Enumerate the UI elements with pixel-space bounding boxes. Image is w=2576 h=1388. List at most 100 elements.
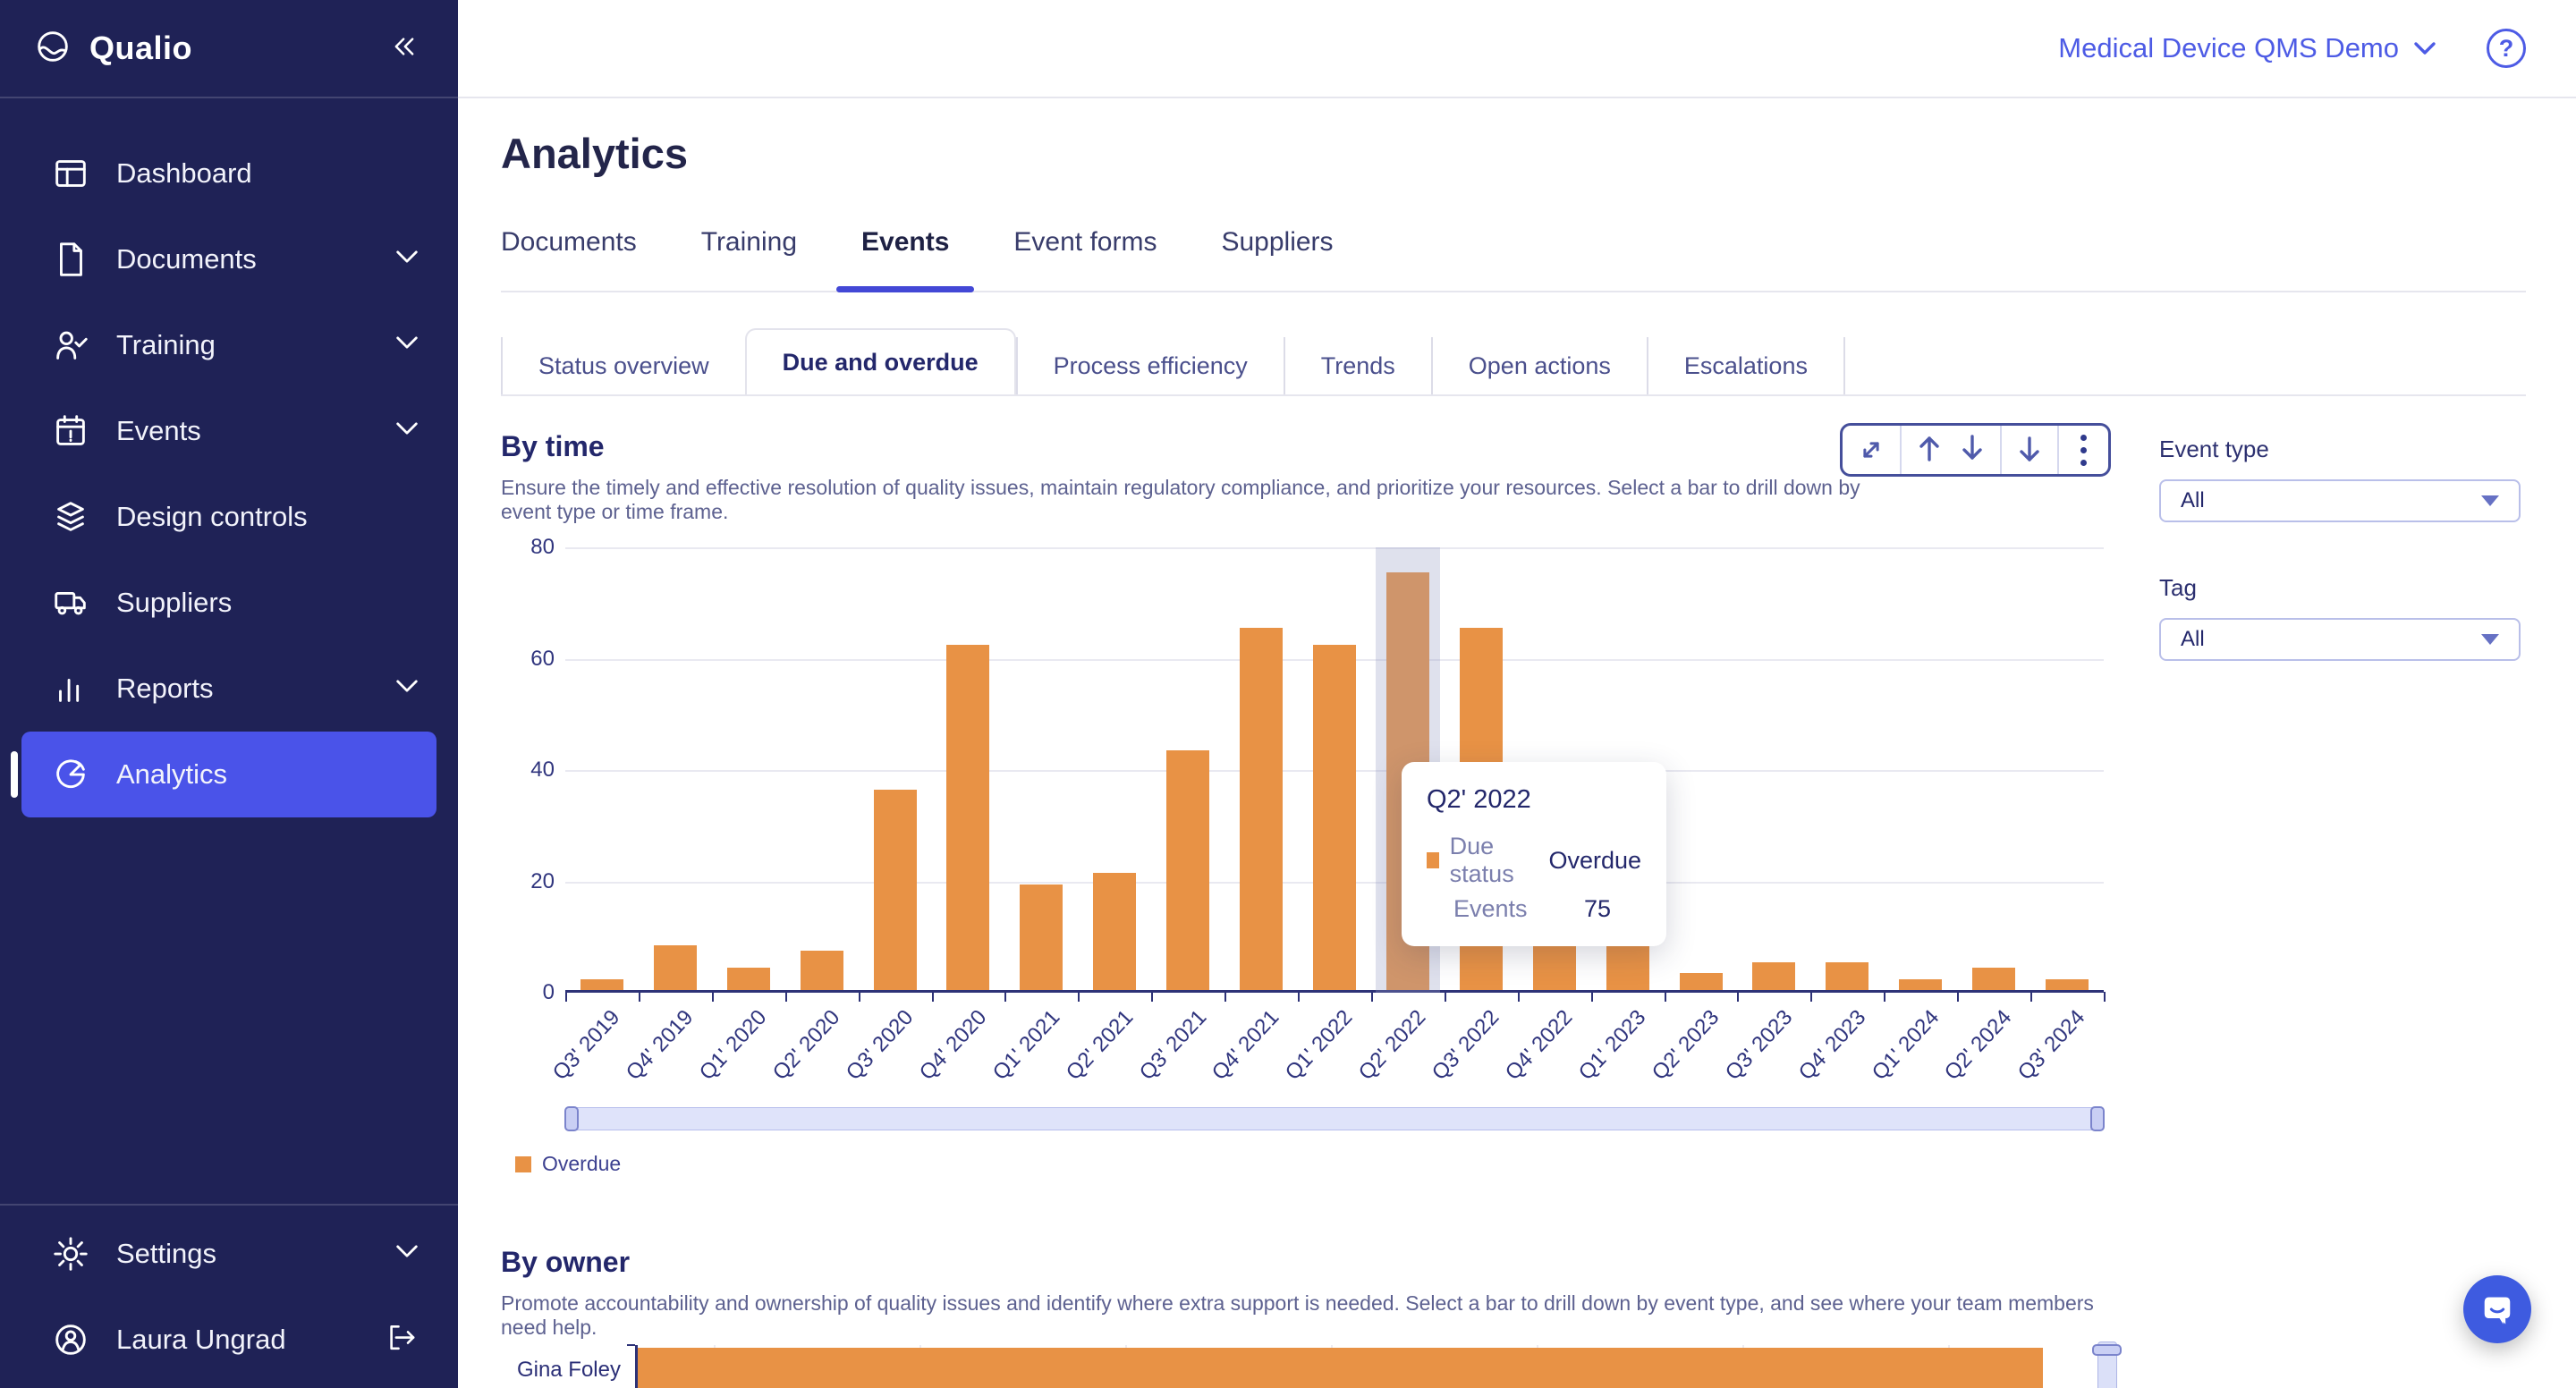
y-axis-labels: 020406080 xyxy=(501,547,565,993)
caret-down-icon xyxy=(2481,495,2499,506)
layers-icon xyxy=(50,496,91,537)
event-type-value: All xyxy=(2181,488,2205,513)
tooltip-label: Events xyxy=(1453,895,1584,923)
bytime-bar-q3-2020[interactable] xyxy=(874,790,917,990)
sidebar-item-suppliers[interactable]: Suppliers xyxy=(21,560,436,646)
x-tick-label: Q2' 2022 xyxy=(1354,1005,1431,1086)
qualio-logo-icon xyxy=(32,26,73,72)
arrow-down-icon[interactable] xyxy=(1959,433,1986,468)
x-tick-label: Q3' 2024 xyxy=(2013,1005,2090,1086)
byowner-bar-gina-foley[interactable] xyxy=(638,1348,2043,1388)
tab-events[interactable]: Events xyxy=(861,224,949,291)
x-tick-label: Q4' 2022 xyxy=(1501,1005,1578,1086)
sidebar-item-label: Design controls xyxy=(116,501,308,533)
bytime-bar-q4-2023[interactable] xyxy=(1826,962,1868,990)
bytime-bar-q4-2019[interactable] xyxy=(654,945,697,990)
chat-bubble-icon xyxy=(2479,1291,2515,1327)
sidebar-item-analytics[interactable]: Analytics xyxy=(21,732,436,817)
y-tick-label: 40 xyxy=(530,757,555,783)
subtab-trends[interactable]: Trends xyxy=(1284,337,1431,394)
bytime-bar-q4-2020[interactable] xyxy=(946,645,989,990)
range-handle-right[interactable] xyxy=(2090,1106,2105,1131)
bytime-bar-q3-2024[interactable] xyxy=(2046,979,2089,990)
sidebar-item-design-controls[interactable]: Design controls xyxy=(21,474,436,560)
subtab-process-efficiency[interactable]: Process efficiency xyxy=(1016,337,1284,394)
topbar: Medical Device QMS Demo ? xyxy=(458,0,2576,98)
chat-launcher-button[interactable] xyxy=(2463,1275,2531,1343)
tooltip-row: Due status Overdue xyxy=(1427,833,1641,888)
sidebar-item-settings[interactable]: Settings xyxy=(21,1211,436,1297)
by-owner-chart: Gina FoleyKyle HowesSamantha K xyxy=(501,1345,2117,1388)
bytime-bar-q2-2021[interactable] xyxy=(1093,873,1136,990)
account-switcher[interactable]: Medical Device QMS Demo xyxy=(2058,32,2436,64)
tab-training[interactable]: Training xyxy=(701,224,797,291)
logout-icon[interactable] xyxy=(383,1319,420,1361)
sidebar-item-user[interactable]: Laura Ungrad xyxy=(21,1297,436,1383)
chart-filters: Event type All Tag All xyxy=(2159,430,2526,1388)
bytime-bar-q2-2023[interactable] xyxy=(1680,973,1723,990)
tab-documents[interactable]: Documents xyxy=(501,224,637,291)
tab-event-forms[interactable]: Event forms xyxy=(1013,224,1157,291)
subtab-open-actions[interactable]: Open actions xyxy=(1431,337,1647,394)
y-tick-label: 60 xyxy=(530,647,555,672)
bytime-bar-q1-2020[interactable] xyxy=(727,968,770,990)
sidebar-item-events[interactable]: Events xyxy=(21,388,436,474)
sidebar-item-dashboard[interactable]: Dashboard xyxy=(21,131,436,216)
owner-row: Gina Foley xyxy=(501,1345,2117,1388)
sidebar-item-reports[interactable]: Reports xyxy=(21,646,436,732)
y-tick-label: 20 xyxy=(530,869,555,894)
bytime-bar-q2-2020[interactable] xyxy=(801,951,843,990)
y-tick-label: 0 xyxy=(543,980,555,1005)
by-time-section: By time Ensure the timely and effective … xyxy=(501,430,2116,1388)
tag-label: Tag xyxy=(2159,574,2526,602)
bytime-bar-q1-2024[interactable] xyxy=(1899,979,1942,990)
x-tick-label: Q3' 2023 xyxy=(1721,1005,1798,1086)
arrow-up-icon[interactable] xyxy=(1916,433,1943,468)
kebab-menu-icon[interactable] xyxy=(2059,426,2108,474)
sidebar-nav: Dashboard Documents TrainingEvents Design c… xyxy=(0,98,458,1204)
tooltip-value: Overdue xyxy=(1548,847,1641,875)
tag-dropdown[interactable]: All xyxy=(2159,618,2521,661)
collapse-sidebar-icon[interactable] xyxy=(386,29,422,69)
bytime-bar-q3-2021[interactable] xyxy=(1166,750,1209,990)
event-type-filter: Event type All xyxy=(2159,436,2526,522)
download-arrow-icon[interactable] xyxy=(2002,426,2057,474)
pie-chart-icon xyxy=(50,754,91,795)
sidebar-item-label: Documents xyxy=(116,243,257,275)
expand-icon[interactable] xyxy=(1843,426,1900,474)
sidebar-item-label: Dashboard xyxy=(116,157,252,190)
event-type-dropdown[interactable]: All xyxy=(2159,479,2521,522)
chart-legend: Overdue xyxy=(515,1152,2116,1176)
gear-icon xyxy=(50,1233,91,1274)
help-icon[interactable]: ? xyxy=(2487,29,2526,68)
bytime-bar-q3-2023[interactable] xyxy=(1752,962,1795,990)
sidebar-item-label: Reports xyxy=(116,673,214,705)
bytime-bar-q1-2022[interactable] xyxy=(1313,645,1356,990)
by-time-header: By time Ensure the timely and effective … xyxy=(501,430,2116,524)
bytime-bar-q2-2024[interactable] xyxy=(1972,968,2015,990)
tab-suppliers[interactable]: Suppliers xyxy=(1221,224,1333,291)
sidebar-item-training[interactable]: Training xyxy=(21,302,436,388)
x-tick-label: Q1' 2020 xyxy=(695,1005,772,1086)
by-time-heading: By time xyxy=(501,430,1902,463)
tooltip-title: Q2' 2022 xyxy=(1427,785,1641,815)
main-content: Analytics DocumentsTrainingEventsEvent f… xyxy=(458,98,2576,1388)
overdue-swatch xyxy=(1427,852,1439,868)
x-tick-label: Q2' 2021 xyxy=(1061,1005,1138,1086)
sidebar-item-documents[interactable]: Documents xyxy=(21,216,436,302)
bytime-bar-q1-2021[interactable] xyxy=(1020,884,1063,990)
subtab-due-and-overdue[interactable]: Due and overdue xyxy=(745,328,1016,394)
time-range-scrollbar[interactable] xyxy=(565,1107,2104,1130)
subtab-status-overview[interactable]: Status overview xyxy=(501,337,745,394)
subtab-escalations[interactable]: Escalations xyxy=(1647,337,1845,394)
range-handle-left[interactable] xyxy=(564,1106,579,1131)
by-owner-description: Promote accountability and ownership of … xyxy=(501,1291,2116,1340)
bytime-bar-q1-2023[interactable] xyxy=(1606,945,1649,990)
tooltip-row: Events 75 xyxy=(1427,895,1641,923)
bytime-bar-q4-2021[interactable] xyxy=(1240,628,1283,990)
x-tick-label: Q3' 2022 xyxy=(1428,1005,1504,1086)
bytime-bar-q3-2019[interactable] xyxy=(580,979,623,990)
x-axis-labels: Q3' 2019Q4' 2019Q1' 2020Q2' 2020Q3' 2020… xyxy=(565,993,2104,1098)
tooltip-value: 75 xyxy=(1584,895,1611,923)
owner-name-label: Gina Foley xyxy=(501,1358,635,1383)
